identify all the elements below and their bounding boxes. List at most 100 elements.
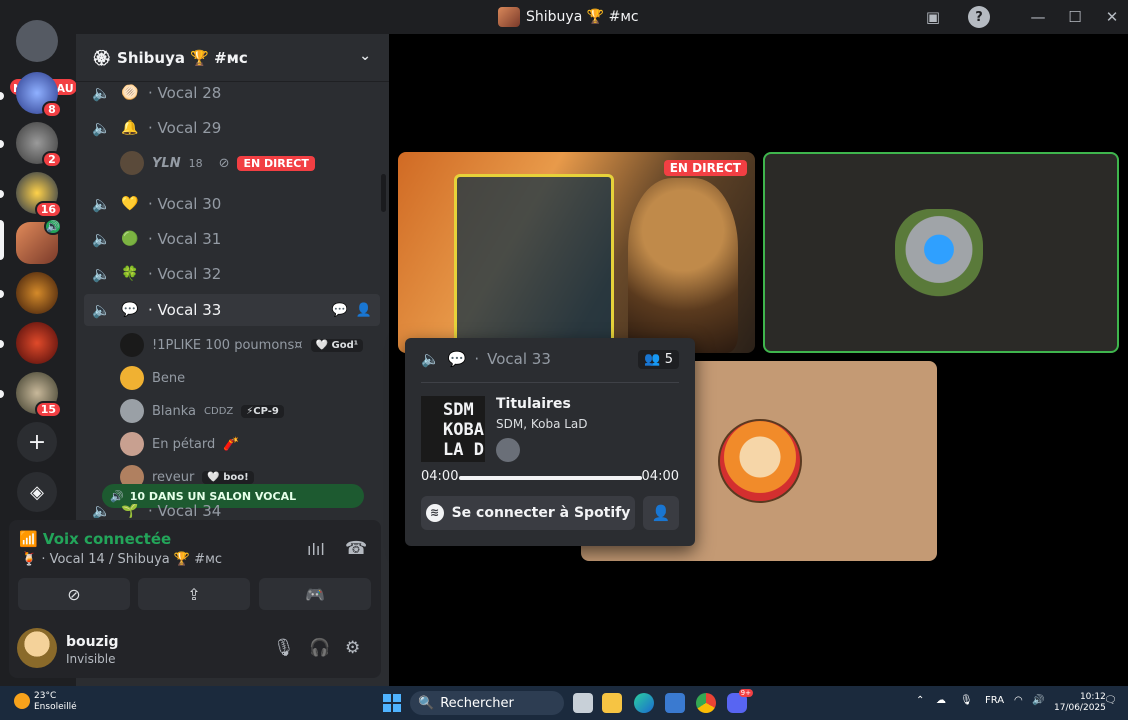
server-icon-top[interactable]: [16, 20, 58, 62]
server-icon[interactable]: [16, 272, 58, 314]
channel-emoji: 🍀: [121, 266, 139, 282]
member-tag: 🤍 God¹: [310, 338, 364, 352]
voice-member[interactable]: Blanka CDDZ ⚡CP-9: [120, 396, 284, 426]
member-sub: CDDZ: [204, 405, 234, 417]
channel-name: Vocal 30: [148, 195, 222, 213]
scrollbar[interactable]: [381, 174, 386, 212]
camera-off-button[interactable]: ⊘: [18, 578, 130, 610]
chat-icon[interactable]: 💬: [332, 303, 348, 318]
avatar: [120, 399, 144, 423]
server-icon[interactable]: 8: [16, 72, 62, 118]
participant-tile[interactable]: [763, 152, 1119, 353]
voice-member[interactable]: En pétard 🧨: [120, 429, 239, 459]
task-view-icon[interactable]: [573, 693, 593, 713]
avatar: [120, 151, 144, 175]
voice-member[interactable]: Bene: [120, 363, 185, 393]
inbox-icon[interactable]: ▣: [922, 6, 944, 28]
user-area: bouzig Invisible 🎙 🎧 ⚙: [9, 620, 381, 678]
discover-icon[interactable]: ◈: [17, 472, 57, 512]
avatar: [718, 419, 802, 503]
unread-pill: [0, 290, 4, 298]
mic-tray-icon[interactable]: 🎙: [960, 695, 973, 706]
avatar: [120, 333, 144, 357]
voice-member[interactable]: !1PLIKE 100 poumons¤ 🤍 God¹: [120, 330, 364, 360]
activity-button[interactable]: 🎮: [259, 578, 371, 610]
spotify-connect-button[interactable]: ≋ Se connecter à Spotify: [421, 496, 635, 530]
file-explorer-icon[interactable]: [602, 693, 622, 713]
edge-icon[interactable]: [634, 693, 654, 713]
notification-icon[interactable]: 🗨: [1104, 695, 1117, 706]
channel-vocal-31[interactable]: 🔈 🟢 Vocal 31: [84, 223, 380, 255]
channel-emoji: 🔔: [121, 120, 139, 136]
headphones-icon[interactable]: 🎧: [309, 638, 330, 658]
store-icon[interactable]: [665, 693, 685, 713]
vocal-count-text: 10 DANS UN SALON VOCAL: [129, 489, 297, 503]
channel-vocal-30[interactable]: 🔈 💛 Vocal 30: [84, 188, 380, 220]
user-name: bouzig: [66, 634, 119, 650]
channel-emoji: 💬: [447, 350, 467, 368]
channel-name: Vocal 31: [148, 230, 222, 248]
speaker-icon: 🔈: [92, 84, 111, 102]
unread-pill: [0, 340, 4, 348]
discord-icon[interactable]: 9+: [727, 689, 753, 713]
server-icon[interactable]: 2: [16, 122, 62, 168]
disconnect-icon[interactable]: ☎: [345, 538, 367, 559]
server-header[interactable]: 🏵 Shibuya 🏆 #ᴍᴄ ⌄: [76, 34, 389, 82]
track-artist[interactable]: SDM, Koba LaD: [496, 417, 588, 431]
soundboard-icon[interactable]: ılıl: [307, 540, 325, 559]
server-icon[interactable]: 16: [16, 172, 62, 218]
close-button[interactable]: ✕: [1101, 6, 1123, 28]
channel-vocal-33[interactable]: 🔈 💬 Vocal 33 💬 👤: [84, 294, 380, 326]
invite-icon[interactable]: 👤: [356, 303, 372, 318]
channel-vocal-32[interactable]: 🔈 🍀 Vocal 32: [84, 258, 380, 290]
weather-widget[interactable]: 23°C Ensoleillé: [14, 691, 77, 713]
selected-pill: [0, 220, 4, 260]
search-placeholder: Rechercher: [440, 695, 514, 711]
speaker-icon: 🔊: [110, 489, 124, 503]
channel-emoji: 🌱: [121, 504, 139, 518]
spotify-connect-label: Se connecter à Spotify: [451, 505, 631, 521]
server-name: Shibuya 🏆 #ᴍᴄ: [117, 48, 248, 67]
speaker-icon: 🔈: [92, 230, 111, 248]
search-input[interactable]: 🔍 Rechercher: [410, 691, 564, 715]
avatar[interactable]: [17, 628, 57, 668]
microphone-icon[interactable]: 🎙: [273, 638, 295, 658]
windows-start-icon[interactable]: [383, 694, 401, 712]
taskbar: 23°C Ensoleillé 🔍 Rechercher 9+ ⌃ ☁ 🎙 FR…: [0, 686, 1128, 720]
member-extra: 18: [188, 156, 203, 170]
wifi-icon[interactable]: ◠: [1014, 695, 1023, 706]
share-screen-button[interactable]: ⇪: [138, 578, 250, 610]
mention-badge: 2: [42, 151, 62, 168]
track-title[interactable]: Titulaires: [496, 396, 571, 412]
tray-expand-icon[interactable]: ⌃: [916, 695, 924, 706]
minimize-button[interactable]: —: [1027, 6, 1049, 28]
discord-badge: 9+: [738, 689, 753, 697]
current-server-icon[interactable]: 🔊: [16, 218, 62, 264]
member-name: YLN: [152, 155, 181, 171]
channel-emoji: 💛: [121, 196, 139, 212]
help-icon[interactable]: ?: [968, 6, 990, 28]
language-indicator[interactable]: FRA: [985, 695, 1004, 706]
add-server-icon[interactable]: +: [17, 422, 57, 462]
channel-vocal-34[interactable]: 🔈 🌱 Vocal 34: [84, 504, 380, 518]
maximize-button[interactable]: ☐: [1064, 6, 1086, 28]
popout-channel-name: Vocal 33: [487, 350, 551, 368]
volume-icon[interactable]: 🔊: [1032, 695, 1044, 706]
gear-icon[interactable]: ⚙: [345, 638, 360, 658]
add-friend-button[interactable]: 👤: [643, 496, 679, 530]
channel-vocal-29[interactable]: 🔈 🔔 Vocal 29: [84, 112, 380, 144]
voice-channel-link[interactable]: 🍹 · Vocal 14 / Shibuya 🏆 #ᴍᴄ: [21, 552, 222, 567]
clock-date: 17/06/2025: [1054, 703, 1106, 713]
total-time: 04:00: [641, 469, 679, 484]
channel-popout: 🔈 💬 · Vocal 33 👥 5 SDM KOBA LA D Titulai…: [405, 338, 695, 546]
onedrive-icon[interactable]: ☁: [936, 695, 946, 706]
chrome-icon[interactable]: [696, 693, 716, 713]
chevron-down-icon[interactable]: ⌄: [359, 48, 371, 64]
server-icon[interactable]: [16, 322, 58, 364]
server-icon[interactable]: 15: [16, 372, 62, 418]
voice-member[interactable]: YLN 18 ⊘ EN DIRECT: [120, 148, 315, 178]
channel-vocal-28[interactable]: 🔈 🫓 Vocal 28: [84, 77, 380, 109]
stream-tile[interactable]: EN DIRECT: [398, 152, 755, 353]
weather-text: Ensoleillé: [34, 702, 77, 712]
clock[interactable]: 10:12 17/06/2025: [1054, 692, 1106, 714]
